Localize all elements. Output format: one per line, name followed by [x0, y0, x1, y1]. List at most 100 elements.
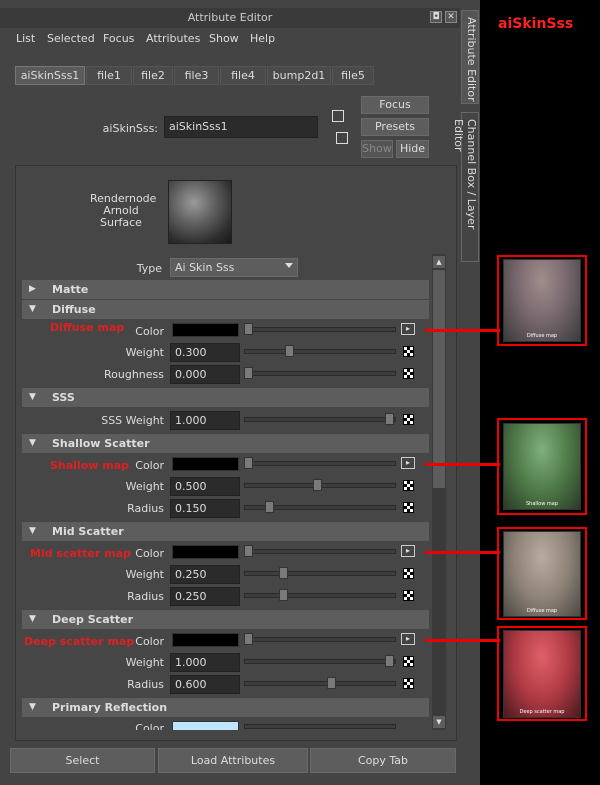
section-mid-scatter[interactable]: ▼ Mid Scatter [22, 522, 429, 541]
diffuse-color-label: Color [135, 325, 164, 338]
deep-radius-handle[interactable] [327, 677, 336, 689]
scroll-thumb[interactable] [433, 270, 445, 488]
mid-color-swatch[interactable] [172, 545, 239, 559]
node-name-field[interactable]: aiSkinSss1 [164, 116, 318, 138]
deep-radius-slider[interactable] [244, 681, 396, 686]
deep-weight-field[interactable]: 1.000 [170, 653, 240, 672]
checker-icon[interactable] [403, 414, 414, 425]
diffuse-weight-handle[interactable] [285, 345, 294, 357]
menu-list[interactable]: List [16, 32, 35, 45]
sss-weight-label: SSS Weight [101, 414, 164, 427]
shallow-color-slider[interactable] [244, 461, 396, 466]
copy-tab-button[interactable]: Copy Tab [310, 748, 456, 773]
deep-weight-handle[interactable] [385, 655, 394, 667]
scroll-up-icon[interactable]: ▲ [433, 256, 445, 268]
tab-channel-box[interactable]: Channel Box / Layer Editor [452, 112, 479, 262]
material-swatch[interactable] [168, 180, 232, 244]
tab-file1[interactable]: file1 [86, 66, 132, 85]
shallow-weight-field[interactable]: 0.500 [170, 477, 240, 496]
diffuse-weight-slider[interactable] [244, 349, 396, 354]
diffuse-roughness-slider[interactable] [244, 371, 396, 376]
tab-attribute-editor[interactable]: Attribute Editor [461, 10, 479, 104]
diffuse-roughness-field[interactable]: 0.000 [170, 365, 240, 384]
map-button[interactable]: ▸ [401, 457, 415, 469]
collapse-icon: ▼ [29, 526, 36, 536]
deep-radius-field[interactable]: 0.600 [170, 675, 240, 694]
deep-color-swatch[interactable] [172, 633, 239, 647]
checker-icon[interactable] [403, 346, 414, 357]
mid-radius-handle[interactable] [279, 589, 288, 601]
deep-color-handle[interactable] [244, 633, 253, 645]
checker-icon[interactable] [403, 590, 414, 601]
shallow-radius-handle[interactable] [265, 501, 274, 513]
float-icon[interactable]: ◘ [430, 11, 442, 23]
tab-file5[interactable]: file5 [332, 66, 374, 85]
primary-color-label: Color [135, 722, 164, 730]
scroll-down-icon[interactable]: ▼ [433, 716, 445, 728]
mid-weight-slider[interactable] [244, 571, 396, 576]
deep-color-slider[interactable] [244, 637, 396, 642]
presets-button[interactable]: Presets [361, 118, 429, 136]
primary-color-slider[interactable] [244, 724, 396, 729]
menu-selected[interactable]: Selected [47, 32, 95, 45]
diffuse-color-swatch[interactable] [172, 323, 239, 337]
tab-bump2d1[interactable]: bump2d1 [267, 66, 331, 85]
diffuse-weight-field[interactable]: 0.300 [170, 343, 240, 362]
diffuse-color-handle[interactable] [244, 323, 253, 335]
mid-radius-field[interactable]: 0.250 [170, 587, 240, 606]
mid-radius-slider[interactable] [244, 593, 396, 598]
thumb-box-diffuse: Diffuse map [497, 255, 587, 346]
checker-icon[interactable] [403, 368, 414, 379]
diffuse-color-slider[interactable] [244, 327, 396, 332]
type-dropdown[interactable]: Ai Skin Sss [170, 258, 298, 277]
shallow-radius-label: Radius [127, 502, 164, 515]
diffuse-roughness-handle[interactable] [244, 367, 253, 379]
scrollbar[interactable]: ▲ ▼ [432, 254, 446, 730]
shallow-radius-field[interactable]: 0.150 [170, 499, 240, 518]
shallow-weight-handle[interactable] [313, 479, 322, 491]
map-button[interactable]: ▸ [401, 323, 415, 335]
output-connection-icon[interactable] [336, 132, 348, 144]
section-diffuse-label: Diffuse [52, 303, 96, 316]
tab-file3[interactable]: file3 [174, 66, 219, 85]
mid-color-slider[interactable] [244, 549, 396, 554]
show-button[interactable]: Show [361, 140, 393, 158]
select-button[interactable]: Select [10, 748, 155, 773]
checker-icon[interactable] [403, 678, 414, 689]
section-primary-reflection[interactable]: ▼ Primary Reflection [22, 698, 429, 717]
mid-weight-field[interactable]: 0.250 [170, 565, 240, 584]
type-value: Ai Skin Sss [175, 261, 235, 274]
mid-weight-handle[interactable] [279, 567, 288, 579]
section-matte[interactable]: ▶ Matte [22, 280, 429, 299]
menu-focus[interactable]: Focus [103, 32, 134, 45]
menu-attributes[interactable]: Attributes [146, 32, 200, 45]
section-diffuse[interactable]: ▼ Diffuse [22, 300, 429, 319]
sss-weight-slider[interactable] [244, 417, 396, 422]
map-button[interactable]: ▸ [401, 545, 415, 557]
close-icon[interactable]: ✕ [445, 11, 457, 23]
deep-weight-slider[interactable] [244, 659, 396, 664]
tab-file2[interactable]: file2 [133, 66, 173, 85]
section-sss[interactable]: ▼ SSS [22, 388, 429, 407]
load-attributes-button[interactable]: Load Attributes [158, 748, 308, 773]
focus-button[interactable]: Focus [361, 96, 429, 114]
checker-icon[interactable] [403, 502, 414, 513]
shallow-color-handle[interactable] [244, 457, 253, 469]
tab-aiskinsss1[interactable]: aiSkinSss1 [15, 66, 85, 85]
hide-button[interactable]: Hide [396, 140, 429, 158]
checker-icon[interactable] [403, 568, 414, 579]
checker-icon[interactable] [403, 480, 414, 491]
menu-show[interactable]: Show [209, 32, 239, 45]
menu-help[interactable]: Help [250, 32, 275, 45]
section-deep-scatter[interactable]: ▼ Deep Scatter [22, 610, 429, 629]
sss-weight-field[interactable]: 1.000 [170, 411, 240, 430]
tab-file4[interactable]: file4 [220, 66, 266, 85]
map-button[interactable]: ▸ [401, 633, 415, 645]
mid-color-handle[interactable] [244, 545, 253, 557]
primary-color-swatch[interactable] [172, 721, 239, 730]
section-shallow-scatter[interactable]: ▼ Shallow Scatter [22, 434, 429, 453]
checker-icon[interactable] [403, 656, 414, 667]
input-connection-icon[interactable] [332, 110, 344, 122]
sss-weight-handle[interactable] [385, 413, 394, 425]
shallow-color-swatch[interactable] [172, 457, 239, 471]
